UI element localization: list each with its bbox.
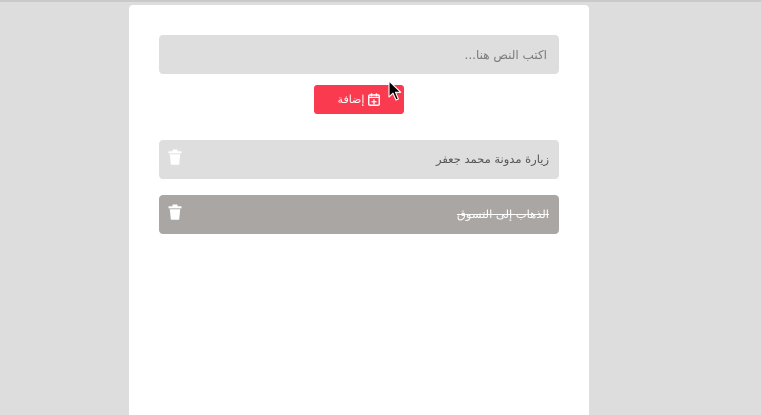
window-top-border xyxy=(0,0,761,2)
todo-app-card: إضافة زيارة مدونة محمد جعفر الذهاب إلى ا… xyxy=(129,5,589,415)
trash-icon[interactable] xyxy=(168,204,182,220)
todo-item-text: الذهاب إلى التسوق xyxy=(456,207,549,221)
todo-text-input[interactable] xyxy=(159,35,559,74)
todo-item-completed[interactable]: الذهاب إلى التسوق xyxy=(159,195,559,234)
todo-item[interactable]: زيارة مدونة محمد جعفر xyxy=(159,140,559,179)
add-button[interactable]: إضافة xyxy=(314,85,404,114)
trash-icon[interactable] xyxy=(168,149,182,165)
todo-item-text: زيارة مدونة محمد جعفر xyxy=(435,152,549,166)
calendar-plus-icon xyxy=(368,93,381,106)
add-button-label: إضافة xyxy=(337,93,365,106)
